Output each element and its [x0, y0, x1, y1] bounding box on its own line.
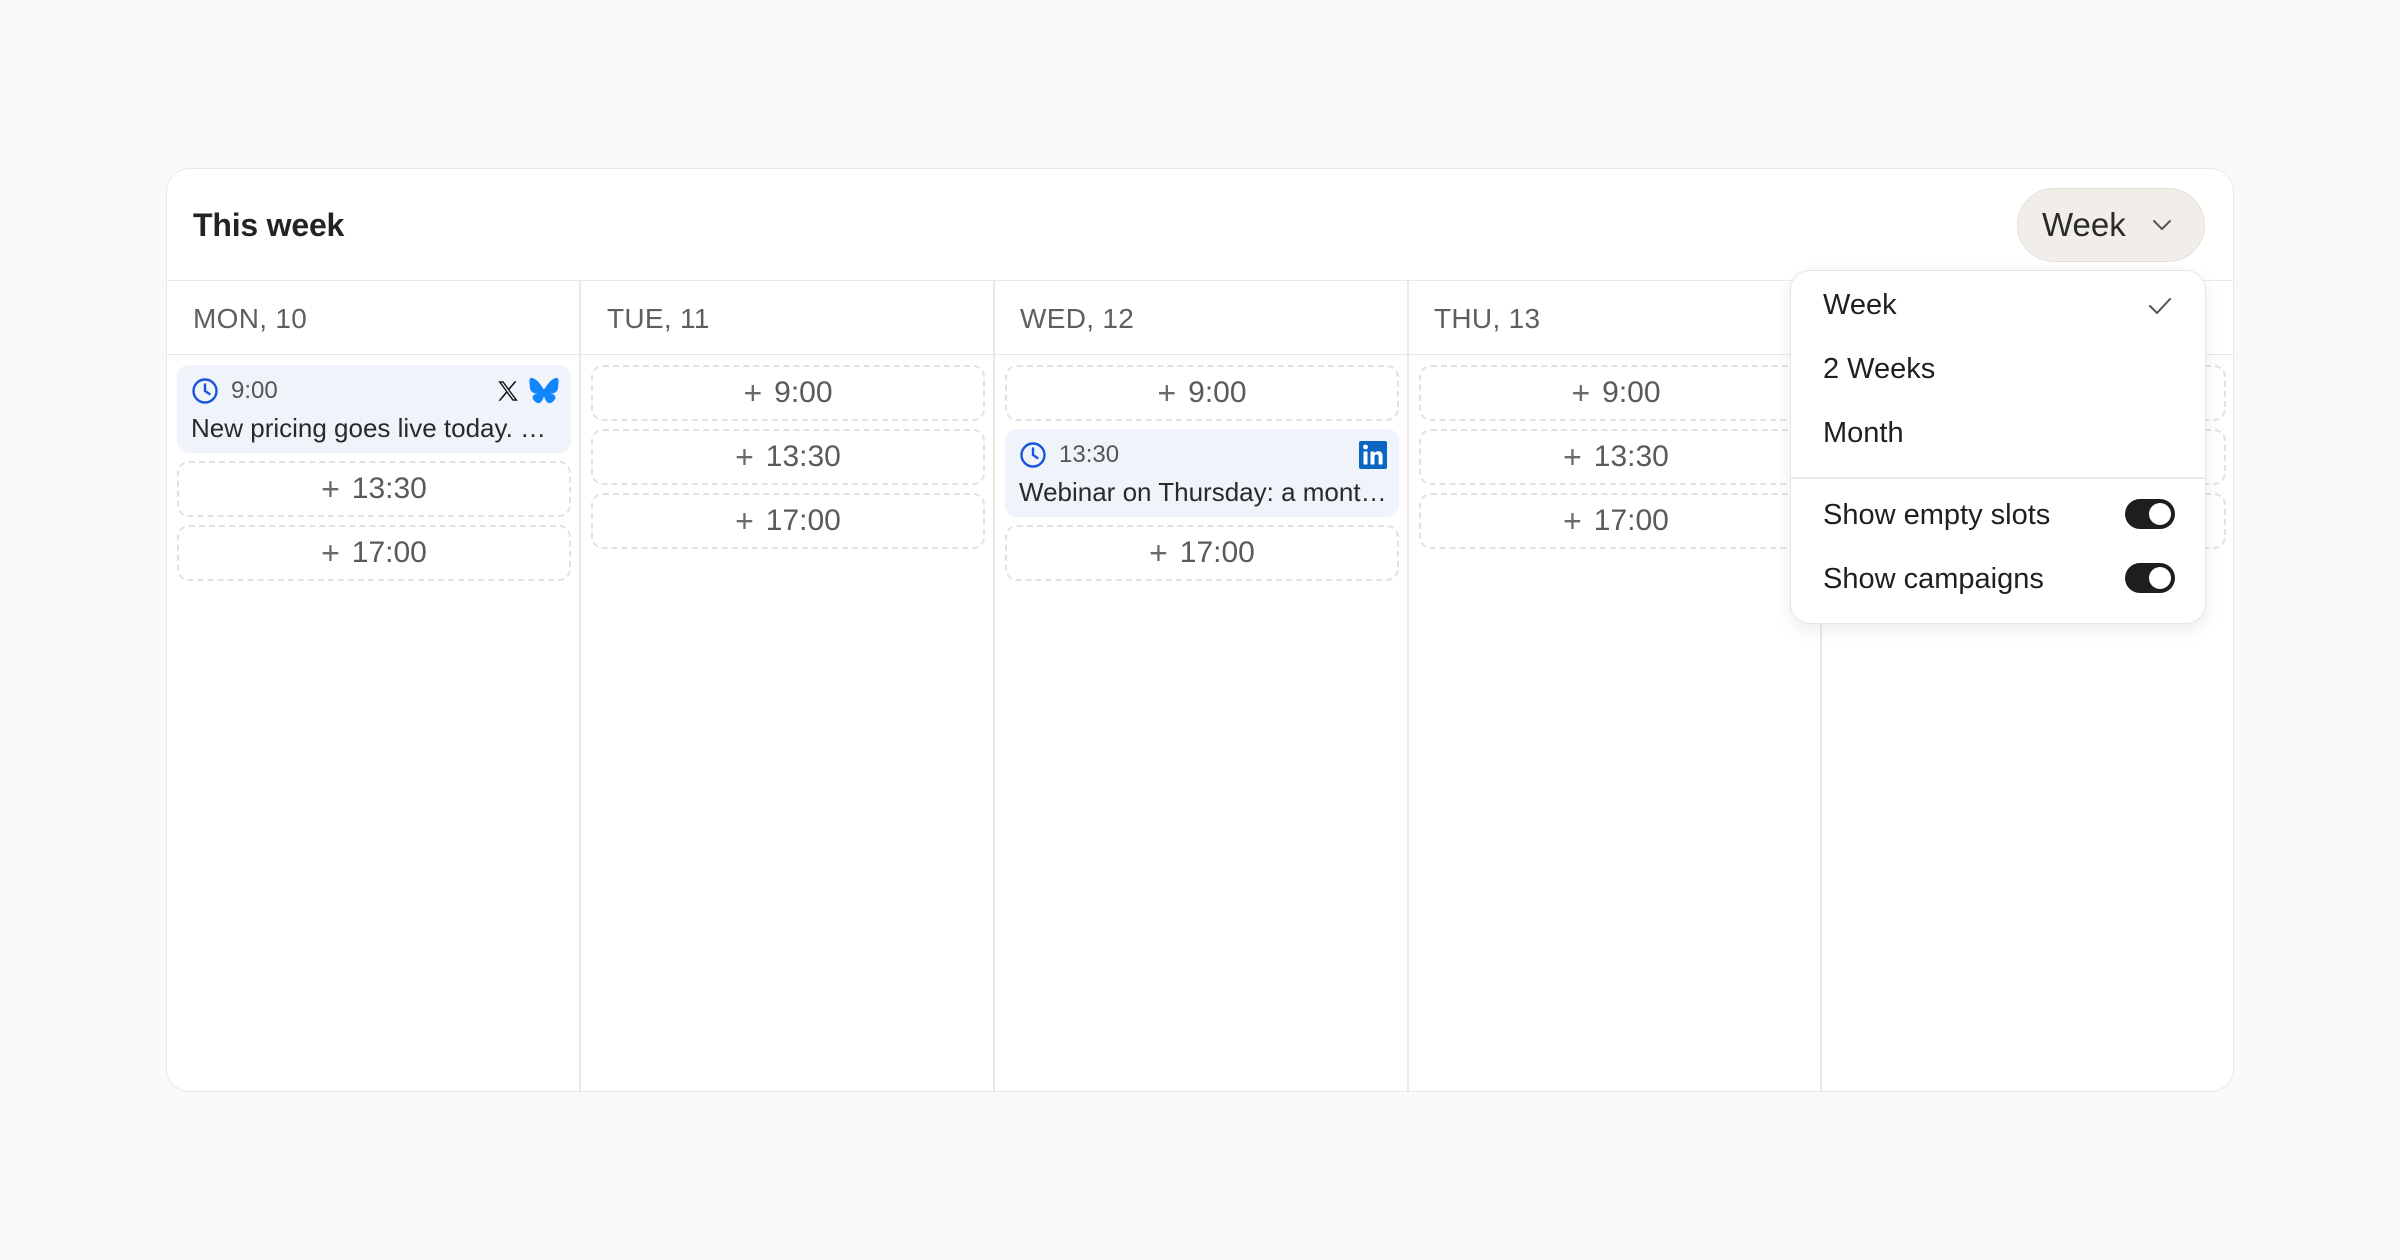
- view-dropdown-menu: Week 2 Weeks Month Show empty slots Show…: [1790, 270, 2206, 624]
- add-slot-button[interactable]: + 9:00: [1419, 365, 1813, 421]
- menu-item-week[interactable]: Week: [1823, 275, 2175, 335]
- add-slot-button[interactable]: + 17:00: [1419, 493, 1813, 549]
- toggle-knob: [2149, 567, 2171, 589]
- slot-time: 17:00: [765, 504, 841, 537]
- day-label-thu: THU, 13: [1434, 303, 1541, 334]
- plus-icon: +: [321, 470, 340, 507]
- menu-divider: [1791, 477, 2205, 479]
- add-slot-button[interactable]: + 17:00: [591, 493, 985, 549]
- view-select-label: Week: [2042, 206, 2126, 243]
- plus-icon: +: [735, 502, 754, 539]
- add-slot-button[interactable]: + 17:00: [1005, 525, 1399, 581]
- slot-time: 9:00: [774, 376, 833, 409]
- page-title: This week: [193, 207, 345, 243]
- plus-icon: +: [743, 374, 763, 411]
- menu-item-label: Week: [1823, 288, 1897, 321]
- slot-time: 13:30: [351, 472, 427, 505]
- day-column-mon: 9:00 New pricing goes live today. S... +…: [177, 365, 571, 589]
- check-icon: [2149, 298, 2171, 314]
- day-label-tue: TUE, 11: [607, 303, 710, 334]
- plus-icon: +: [321, 534, 340, 571]
- post-text: New pricing goes live today. S...: [191, 413, 559, 443]
- plus-icon: +: [735, 438, 754, 475]
- day-label-mon: MON, 10: [193, 303, 308, 334]
- day-column-tue: + 9:00 + 13:30 + 17:00: [591, 365, 985, 557]
- x-icon: [498, 381, 518, 401]
- toggle-show-empty-slots[interactable]: Show empty slots: [1823, 485, 2175, 545]
- scheduled-post[interactable]: 9:00 New pricing goes live today. S...: [177, 365, 571, 453]
- bluesky-icon: [529, 377, 559, 404]
- slot-time: 13:30: [1593, 440, 1669, 473]
- column-divider: [993, 281, 995, 1091]
- plus-icon: +: [1149, 534, 1168, 571]
- slot-time: 17:00: [351, 536, 427, 569]
- toggle-label: Show empty slots: [1823, 498, 2051, 531]
- menu-item-month[interactable]: Month: [1823, 403, 2175, 463]
- plus-icon: +: [1563, 438, 1582, 475]
- post-time: 9:00: [231, 377, 278, 404]
- post-text: Webinar on Thursday: a month ...: [1019, 477, 1387, 507]
- plus-icon: +: [1571, 374, 1591, 411]
- post-time: 13:30: [1059, 441, 1120, 468]
- scheduled-post[interactable]: 13:30 Webinar on Thursday: a month ...: [1005, 429, 1399, 517]
- day-label-wed: WED, 12: [1020, 303, 1135, 334]
- slot-time: 9:00: [1188, 376, 1247, 409]
- plus-icon: +: [1157, 374, 1177, 411]
- clock-icon: [192, 378, 218, 404]
- slot-time: 17:00: [1179, 536, 1255, 569]
- add-slot-button[interactable]: + 9:00: [1005, 365, 1399, 421]
- menu-item-2-weeks[interactable]: 2 Weeks: [1823, 339, 2175, 399]
- toggle-switch[interactable]: [2125, 499, 2175, 529]
- clock-icon: [1020, 442, 1046, 468]
- day-column-thu: + 9:00 + 13:30 + 17:00: [1419, 365, 1813, 557]
- calendar-header: This week Week: [167, 169, 2233, 281]
- add-slot-button[interactable]: + 9:00: [591, 365, 985, 421]
- plus-icon: +: [1563, 502, 1582, 539]
- view-select-button[interactable]: Week: [2017, 188, 2205, 262]
- toggle-label: Show campaigns: [1823, 562, 2044, 595]
- add-slot-button[interactable]: + 13:30: [177, 461, 571, 517]
- chevron-down-icon: [2153, 220, 2171, 230]
- column-divider: [579, 281, 581, 1091]
- add-slot-button[interactable]: + 13:30: [1419, 429, 1813, 485]
- toggle-show-campaigns[interactable]: Show campaigns: [1823, 549, 2175, 609]
- day-column-wed: + 9:00 13:30 Webinar on Thursday: a mont: [1005, 365, 1399, 589]
- toggle-knob: [2149, 503, 2171, 525]
- add-slot-button[interactable]: + 17:00: [177, 525, 571, 581]
- add-slot-button[interactable]: + 13:30: [591, 429, 985, 485]
- menu-item-label: Month: [1823, 416, 1904, 449]
- menu-item-label: 2 Weeks: [1823, 352, 1936, 385]
- linkedin-icon: [1359, 441, 1387, 469]
- column-divider: [1407, 281, 1409, 1091]
- slot-time: 17:00: [1593, 504, 1669, 537]
- slot-time: 9:00: [1602, 376, 1661, 409]
- slot-time: 13:30: [765, 440, 841, 473]
- toggle-switch[interactable]: [2125, 563, 2175, 593]
